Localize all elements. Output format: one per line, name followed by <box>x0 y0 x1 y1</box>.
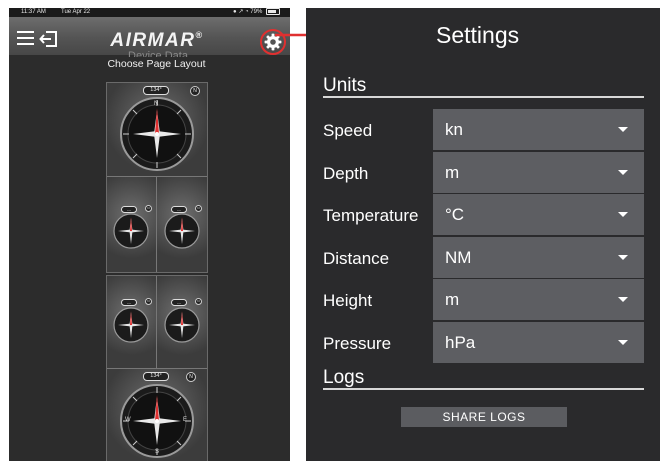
small-heading-readout: --- <box>171 299 187 306</box>
chevron-down-icon <box>618 212 628 217</box>
app-subtitle: Device Data <box>128 51 188 57</box>
small-north-badge: N <box>145 205 152 212</box>
compass-dial-small <box>164 307 200 343</box>
height-unit-value: m <box>445 290 460 309</box>
layout-option-2[interactable]: --- N --- N 134° N E S W <box>106 275 208 461</box>
small-heading-readout: --- <box>171 206 187 213</box>
compass-dial-small <box>164 213 200 249</box>
logs-heading: Logs <box>323 367 365 388</box>
small-heading-readout: --- <box>121 299 137 306</box>
exit-icon[interactable] <box>39 30 59 48</box>
distance-unit-select[interactable]: NM <box>433 237 644 278</box>
settings-panel: Settings Units Speed kn Depth m Temperat… <box>306 8 660 461</box>
pressure-unit-value: hPa <box>445 333 476 352</box>
compass-dial-small <box>113 213 149 249</box>
temperature-unit-select[interactable]: °C <box>433 194 644 235</box>
device-screen: 11:37 AM Tue Apr 22 ● ↗ ◔ 79% AIRMAR® De… <box>9 8 290 461</box>
status-bar: 11:37 AM Tue Apr 22 ● ↗ ◔ 79% <box>9 8 290 17</box>
heading-readout: 134° <box>143 372 169 381</box>
compass-gauge-small-left: --- N <box>107 276 156 368</box>
depth-unit-select[interactable]: m <box>433 152 644 193</box>
settings-title: Settings <box>436 22 520 48</box>
hamburger-icon[interactable] <box>17 31 34 45</box>
battery-icon <box>266 8 280 15</box>
distance-label: Distance <box>323 249 390 268</box>
chevron-down-icon <box>618 255 628 260</box>
logs-divider <box>323 388 644 390</box>
chevron-down-icon <box>618 297 628 302</box>
compass-gauge-small-right: --- N <box>157 177 207 272</box>
compass-gauge-large: 134° N E S W <box>107 369 207 461</box>
pressure-label: Pressure <box>323 334 392 353</box>
height-unit-select[interactable]: m <box>433 279 644 320</box>
chevron-down-icon <box>618 340 628 345</box>
compass-dial-small <box>113 307 149 343</box>
status-date: Tue Apr 22 <box>61 9 91 15</box>
depth-label: Depth <box>323 164 369 183</box>
units-divider <box>323 96 644 98</box>
speed-unit-select[interactable]: kn <box>433 109 644 150</box>
compass-gauge-large: 134° N N <box>107 83 207 176</box>
status-indicators: ● ↗ ◔ 79% <box>233 8 280 17</box>
temperature-label: Temperature <box>323 206 419 225</box>
compass-dial <box>120 97 194 171</box>
dial-label-s: S <box>155 449 160 455</box>
north-badge: N <box>190 86 200 96</box>
units-heading: Units <box>323 75 367 96</box>
logo-text: AIRMAR <box>110 30 196 51</box>
layout-picker-title: Choose Page Layout <box>107 58 206 70</box>
dial-label-w: W <box>125 417 131 423</box>
chevron-down-icon <box>618 170 628 175</box>
chevron-down-icon <box>618 127 628 132</box>
height-label: Height <box>323 291 373 310</box>
dial-label-n: N <box>154 101 159 107</box>
heading-readout: 134° <box>143 86 169 95</box>
layout-option-1[interactable]: 134° N N --- N --- N <box>106 82 208 273</box>
app-bar: AIRMAR® Device Data <box>9 17 290 57</box>
distance-unit-value: NM <box>445 248 472 267</box>
share-logs-button[interactable]: SHARE LOGS <box>401 407 567 427</box>
compass-gauge-small-left: --- N <box>107 177 156 272</box>
small-north-badge: N <box>145 298 152 305</box>
dial-label-e: E <box>183 417 188 423</box>
depth-unit-value: m <box>445 163 460 182</box>
compass-gauge-small-right: --- N <box>157 276 207 368</box>
status-time: 11:37 AM <box>21 9 46 15</box>
temperature-unit-value: °C <box>445 205 465 224</box>
north-badge: N <box>186 372 196 382</box>
logo-mark: ® <box>195 30 204 40</box>
pressure-unit-select[interactable]: hPa <box>433 322 644 363</box>
speed-label: Speed <box>323 121 373 140</box>
small-north-badge: N <box>195 205 202 212</box>
small-heading-readout: --- <box>121 206 137 213</box>
small-north-badge: N <box>195 298 202 305</box>
speed-unit-value: kn <box>445 120 463 139</box>
airmar-logo: AIRMAR® <box>97 30 217 52</box>
status-indicator-text: ● ↗ ◔ 79% <box>233 9 263 16</box>
